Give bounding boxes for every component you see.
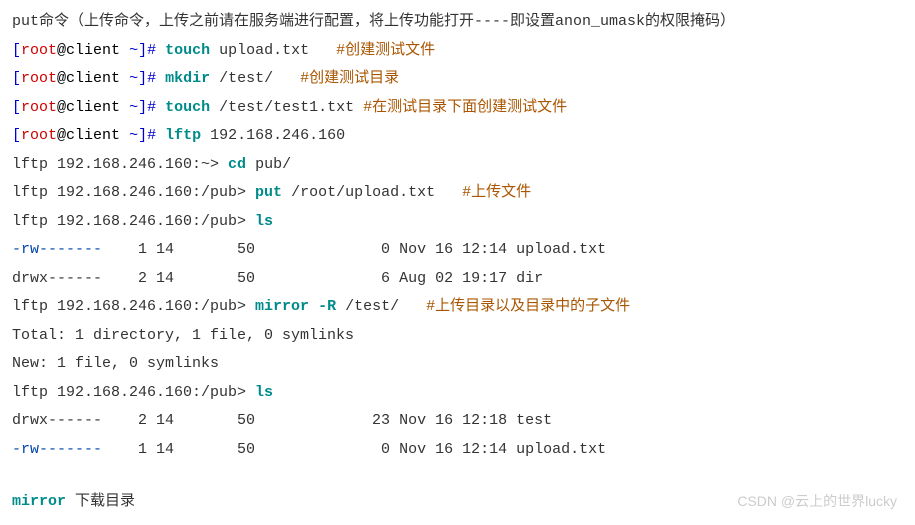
arg: pub/ <box>246 156 291 173</box>
lftp-prompt: lftp 192.168.246.160:~> <box>12 156 228 173</box>
bracket-hash: ]# <box>138 70 165 87</box>
ls-row: drwx------ 2 14 50 6 Aug 02 19:17 dir <box>12 265 903 294</box>
user: root <box>21 70 57 87</box>
ls-row: -rw------- 1 14 50 0 Nov 16 12:14 upload… <box>12 236 903 265</box>
cmd: put <box>255 184 282 201</box>
header-note: put命令（上传命令，上传之前请在服务端进行配置，将上传功能打开----即设置a… <box>12 8 903 37</box>
lftp-prompt: lftp 192.168.246.160:/pub> <box>12 298 255 315</box>
lftp-line-2: lftp 192.168.246.160:/pub> put /root/upl… <box>12 179 903 208</box>
user: root <box>21 127 57 144</box>
at: @ <box>57 70 66 87</box>
bracket-hash: ]# <box>138 127 165 144</box>
arg: /test/ <box>336 298 426 315</box>
perm: drwx------ <box>12 270 102 287</box>
user: root <box>21 42 57 59</box>
cmd: mirror <box>12 493 66 510</box>
text: New: 1 file, 0 symlinks <box>12 355 219 372</box>
mirror-output-1: Total: 1 directory, 1 file, 0 symlinks <box>12 322 903 351</box>
host: client <box>66 127 120 144</box>
ls-row: -rw------- 1 14 50 0 Nov 16 12:14 upload… <box>12 436 903 465</box>
arg: upload.txt <box>210 42 336 59</box>
arg: /test/test1.txt <box>210 99 363 116</box>
shell-line-2: [root@client ~]# mkdir /test/ #创建测试目录 <box>12 65 903 94</box>
shell-line-3: [root@client ~]# touch /test/test1.txt #… <box>12 94 903 123</box>
lftp-line-5: lftp 192.168.246.160:/pub> ls <box>12 379 903 408</box>
arg: /test/ <box>210 70 300 87</box>
cmd: mkdir <box>165 70 210 87</box>
cmd: touch <box>165 99 210 116</box>
lftp-line-3: lftp 192.168.246.160:/pub> ls <box>12 208 903 237</box>
note: 下载目录 <box>66 493 135 510</box>
arg: 192.168.246.160 <box>201 127 345 144</box>
rest: 2 14 50 23 Nov 16 12:18 test <box>102 412 552 429</box>
at: @ <box>57 99 66 116</box>
header-text: put命令（上传命令，上传之前请在服务端进行配置，将上传功能打开----即设置a… <box>12 13 735 30</box>
bracket-hash: ]# <box>138 42 165 59</box>
tilde: ~ <box>120 42 138 59</box>
user: root <box>21 99 57 116</box>
cmd: mirror <box>255 298 309 315</box>
footer-note: mirror 下载目录 <box>12 488 903 517</box>
lftp-line-1: lftp 192.168.246.160:~> cd pub/ <box>12 151 903 180</box>
arg: /root/upload.txt <box>282 184 462 201</box>
host: client <box>66 99 120 116</box>
lftp-prompt: lftp 192.168.246.160:/pub> <box>12 213 255 230</box>
rest: 1 14 50 0 Nov 16 12:14 upload.txt <box>102 241 606 258</box>
lftp-prompt: lftp 192.168.246.160:/pub> <box>12 384 255 401</box>
rest: 2 14 50 6 Aug 02 19:17 dir <box>102 270 543 287</box>
bracket: [ <box>12 99 21 116</box>
lftp-prompt: lftp 192.168.246.160:/pub> <box>12 184 255 201</box>
bracket: [ <box>12 42 21 59</box>
comment: #创建测试目录 <box>300 70 399 87</box>
comment: #在测试目录下面创建测试文件 <box>363 99 567 116</box>
host: client <box>66 70 120 87</box>
perm: -rw------- <box>12 441 102 458</box>
tilde: ~ <box>120 99 138 116</box>
rest: 1 14 50 0 Nov 16 12:14 upload.txt <box>102 441 606 458</box>
mirror-output-2: New: 1 file, 0 symlinks <box>12 350 903 379</box>
cmd: lftp <box>165 127 201 144</box>
comment: #创建测试文件 <box>336 42 435 59</box>
shell-line-4: [root@client ~]# lftp 192.168.246.160 <box>12 122 903 151</box>
cmd: ls <box>255 213 273 230</box>
perm: drwx------ <box>12 412 102 429</box>
bracket: [ <box>12 127 21 144</box>
bracket: [ <box>12 70 21 87</box>
text: Total: 1 directory, 1 file, 0 symlinks <box>12 327 354 344</box>
cmd: cd <box>228 156 246 173</box>
lftp-line-4: lftp 192.168.246.160:/pub> mirror -R /te… <box>12 293 903 322</box>
host: client <box>66 42 120 59</box>
at: @ <box>57 127 66 144</box>
flag: -R <box>309 298 336 315</box>
cmd: touch <box>165 42 210 59</box>
tilde: ~ <box>120 127 138 144</box>
comment: #上传文件 <box>462 184 531 201</box>
comment: #上传目录以及目录中的子文件 <box>426 298 630 315</box>
shell-line-1: [root@client ~]# touch upload.txt #创建测试文… <box>12 37 903 66</box>
perm: -rw------- <box>12 241 102 258</box>
at: @ <box>57 42 66 59</box>
bracket-hash: ]# <box>138 99 165 116</box>
cmd: ls <box>255 384 273 401</box>
tilde: ~ <box>120 70 138 87</box>
ls-row: drwx------ 2 14 50 23 Nov 16 12:18 test <box>12 407 903 436</box>
